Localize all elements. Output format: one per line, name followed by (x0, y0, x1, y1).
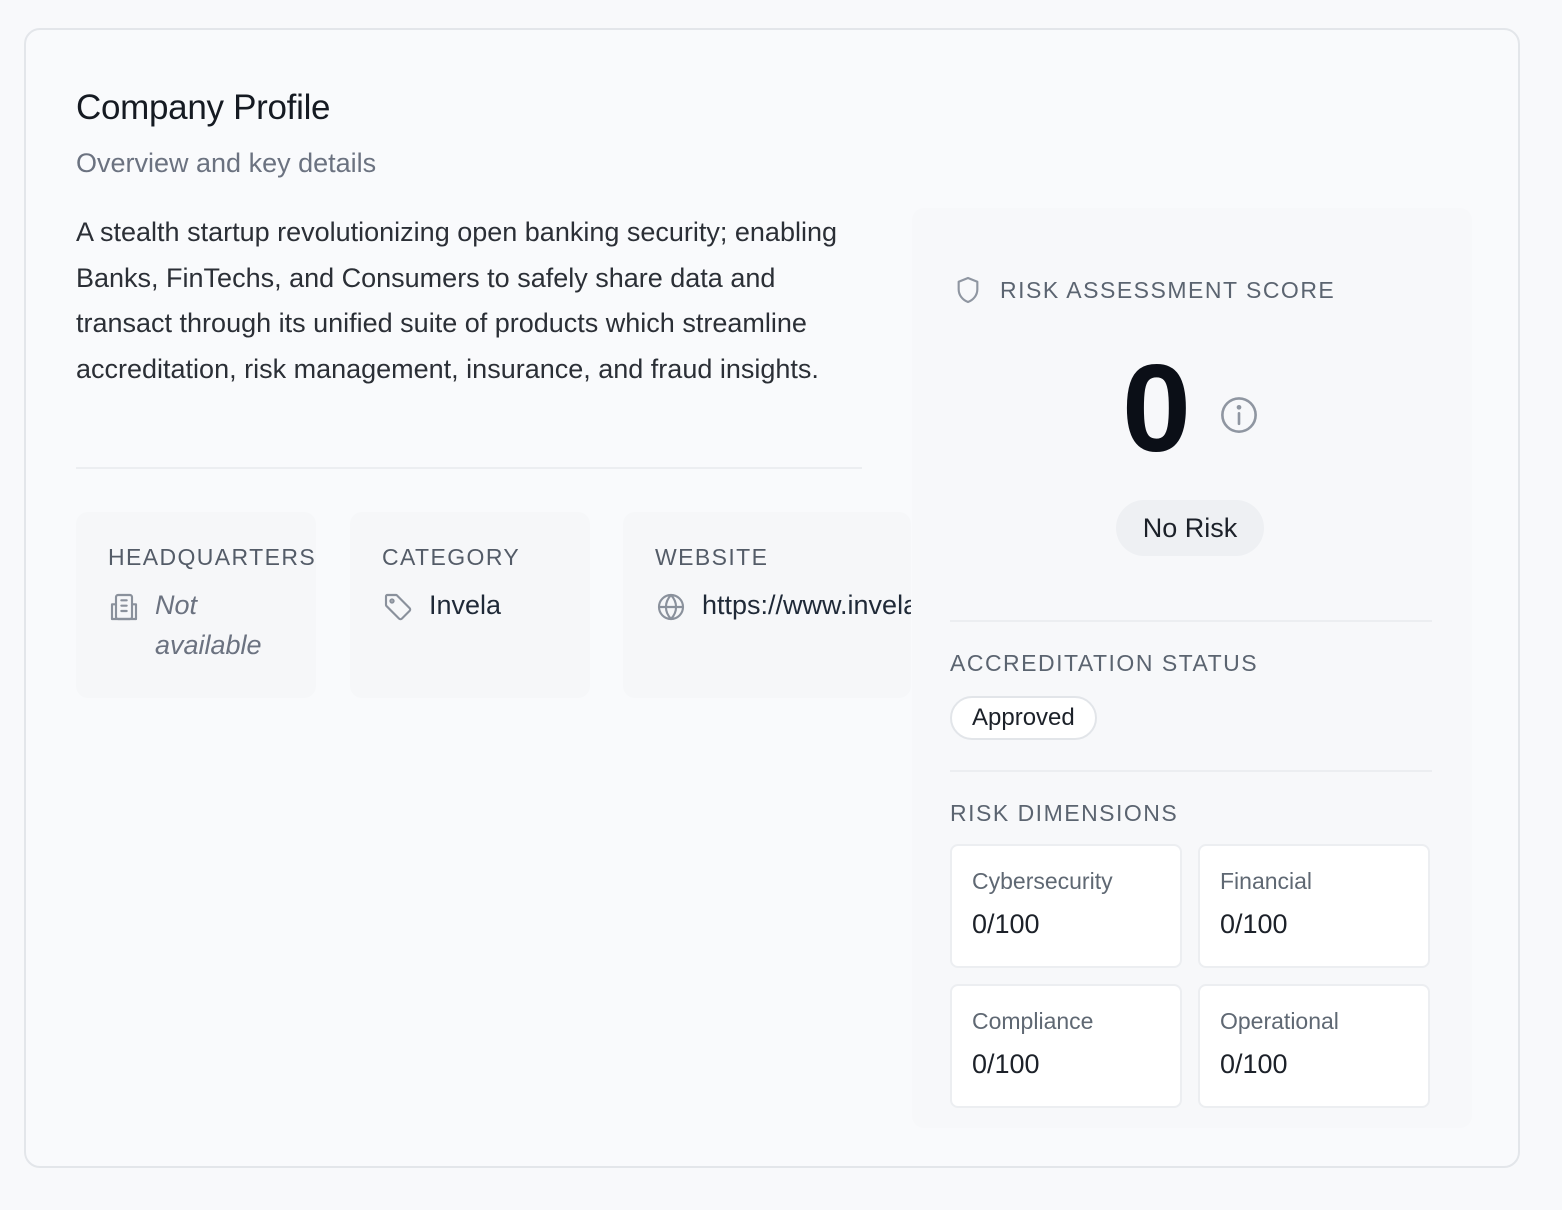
website-box: WEBSITE https://www.invela.com (623, 512, 911, 698)
company-description: A stealth startup revolutionizing open b… (76, 217, 837, 384)
dimension-score: 0/100 (1220, 1049, 1288, 1079)
accreditation-label: ACCREDITATION STATUS (950, 650, 1259, 676)
dimension-name: Financial (1220, 868, 1313, 894)
website-link[interactable]: https://www.invela.com (702, 585, 911, 625)
risk-score-label: RISK ASSESSMENT SCORE (1000, 276, 1336, 303)
category-value-row: Invela (382, 589, 558, 625)
dimension-card-cybersecurity: Cybersecurity 0/100 (950, 844, 1182, 968)
building-icon (108, 591, 140, 623)
accreditation-status-badge: Approved (950, 696, 1097, 740)
shield-icon (952, 274, 984, 306)
risk-panel: RISK ASSESSMENT SCORE 0 No Risk ACCREDIT… (912, 208, 1472, 1128)
dimension-card-financial: Financial 0/100 (1198, 844, 1430, 968)
risk-level-badge: No Risk (1116, 500, 1264, 556)
section-divider (76, 467, 862, 469)
panel-divider (950, 620, 1432, 622)
website-value-row: https://www.invela.com (655, 589, 911, 625)
dimension-score: 0/100 (972, 909, 1040, 939)
info-icon[interactable] (1218, 394, 1260, 436)
card-title: Company Profile (76, 88, 331, 127)
tag-icon (382, 591, 414, 623)
risk-score-header: RISK ASSESSMENT SCORE (952, 274, 1335, 306)
headquarters-value-row: Not available (108, 589, 284, 665)
dimension-name: Cybersecurity (972, 868, 1113, 894)
dimension-score: 0/100 (972, 1049, 1040, 1079)
risk-score-value: 0 (1122, 340, 1191, 478)
dimension-card-compliance: Compliance 0/100 (950, 984, 1182, 1108)
headquarters-label: HEADQUARTERS (108, 544, 316, 570)
risk-score-row: 0 (912, 344, 1472, 478)
headquarters-box: HEADQUARTERS Not available (76, 512, 316, 698)
dimension-score: 0/100 (1220, 909, 1288, 939)
risk-dimensions-grid: Cybersecurity 0/100 Financial 0/100 Comp… (950, 844, 1432, 1108)
card-subtitle: Overview and key details (76, 148, 377, 178)
dimension-name: Compliance (972, 1008, 1094, 1034)
headquarters-value: Not available (155, 590, 262, 660)
dimension-name: Operational (1220, 1008, 1339, 1034)
globe-icon (655, 591, 687, 623)
company-profile-card: Company Profile Overview and key details… (24, 28, 1520, 1168)
dimension-card-operational: Operational 0/100 (1198, 984, 1430, 1108)
risk-dimensions-label: RISK DIMENSIONS (950, 800, 1179, 826)
category-box: CATEGORY Invela (350, 512, 590, 698)
category-label: CATEGORY (382, 544, 521, 570)
category-value: Invela (429, 590, 502, 620)
panel-divider (950, 770, 1432, 772)
website-label: WEBSITE (655, 544, 769, 570)
